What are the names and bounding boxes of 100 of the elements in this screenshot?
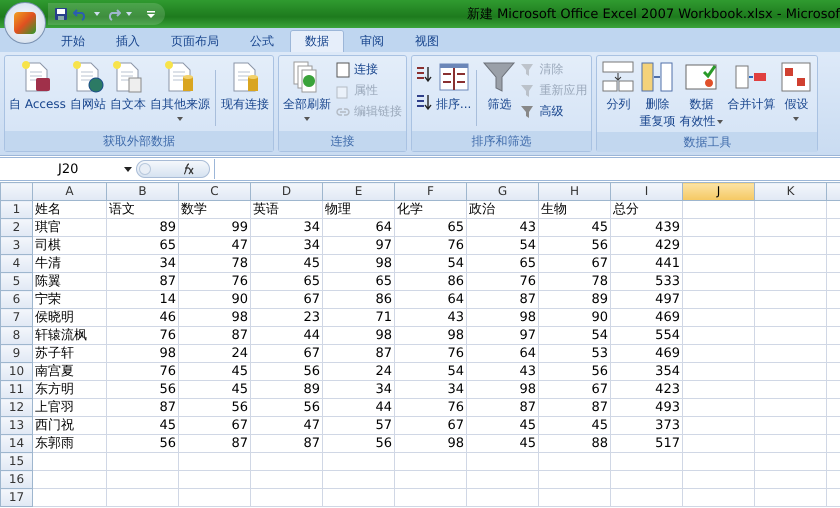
column-header[interactable]: F [394,182,466,200]
table-cell: 24 [375,364,392,379]
row-header[interactable]: 6 [0,290,32,308]
row-header[interactable]: 11 [0,380,32,398]
group-label: 获取外部数据 [5,131,273,151]
dropdown-icon[interactable] [94,12,100,16]
table-cell: 53 [591,346,608,361]
table-cell: 牛清 [35,256,61,271]
table-cell: 76 [159,364,176,379]
ribbon-button[interactable]: 自其他来源 [148,58,212,123]
ribbon-button[interactable]: 合并计算 [725,58,778,115]
table-cell: 南宫夏 [35,364,74,379]
row-header[interactable]: 7 [0,308,32,326]
ribbon-tab[interactable]: 公式 [235,30,289,52]
column-header[interactable]: E [322,182,394,200]
table-cell: 99 [231,220,248,235]
ribbon-button[interactable]: 分列 [599,58,638,115]
name-box[interactable]: J20 [0,162,120,176]
column-header[interactable]: A [32,182,106,200]
group-label: 数据工具 [597,132,818,152]
ribbon-tab[interactable]: 插入 [101,30,155,52]
ribbon-button[interactable]: 假设 [777,58,816,123]
grid-icon [779,60,814,94]
ribbon-tab[interactable]: 视图 [400,30,454,52]
row-header[interactable]: 16 [0,470,32,488]
table-cell: 西门祝 [35,418,74,433]
ribbon-button[interactable]: 自网站 [68,58,108,115]
row-header[interactable]: 9 [0,344,32,362]
table-cell: 67 [447,418,464,433]
table-cell: 88 [591,436,608,451]
customize-icon[interactable] [147,10,155,18]
row-header[interactable]: 13 [0,416,32,434]
table-cell: 65 [447,220,464,235]
ribbon-button[interactable]: 高级 [518,102,590,121]
table-cell: 54 [591,328,608,343]
table-cell: 493 [655,400,680,415]
caret-icon[interactable] [124,166,132,172]
column-header[interactable]: G [466,182,538,200]
ribbon-button[interactable]: 现有连接 [218,58,271,115]
table-cell: 98 [375,328,392,343]
row-header[interactable]: 1 [0,200,32,218]
column-header[interactable]: J [682,182,754,200]
ribbon-button[interactable]: 自 Access [7,58,68,115]
table-cell: 65 [375,274,392,289]
ribbon-tab[interactable]: 页面布局 [156,30,234,52]
ribbon-tab[interactable]: 数据 [290,30,344,52]
column-header[interactable]: I [610,182,682,200]
column-header[interactable]: C [178,182,250,200]
table-cell: 43 [519,364,536,379]
table-cell: 54 [447,364,464,379]
ribbon-button[interactable]: 删除 重复项 [637,58,678,132]
table-cell: 354 [655,364,680,379]
table-cell: 78 [231,256,248,271]
table-cell: 87 [231,436,248,451]
table-cell: 67 [591,256,608,271]
window-title: 新建 Microsoft Office Excel 2007 Workbook.xlsx - Microsof [466,6,840,23]
row-header[interactable]: 10 [0,362,32,380]
table-cell: 45 [231,382,248,397]
table-cell: 57 [375,418,392,433]
table-cell: 87 [231,328,248,343]
table-cell: 45 [519,436,536,451]
ribbon-button[interactable]: 自文本 [108,58,148,115]
table-cell: 轩辕流枫 [35,328,87,343]
row-header[interactable]: 2 [0,218,32,236]
ribbon-button[interactable]: 全部刷新 [280,58,333,123]
ribbon-button[interactable]: 排序... [434,58,474,115]
column-header[interactable]: H [538,182,610,200]
office-button[interactable] [4,2,46,44]
column-header[interactable]: D [250,182,322,200]
table-cell: 45 [303,256,320,271]
insert-function-icon[interactable] [181,163,195,175]
row-header[interactable]: 3 [0,236,32,254]
save-icon[interactable] [54,7,68,21]
row-header[interactable]: 14 [0,434,32,452]
row-header[interactable]: 15 [0,452,32,470]
table-cell: 67 [303,292,320,307]
row-header[interactable]: 12 [0,398,32,416]
funnel-icon [482,60,516,94]
table-cell: 86 [375,292,392,307]
ribbon-tab[interactable]: 开始 [46,30,100,52]
row-header[interactable]: 8 [0,326,32,344]
table-cell: 上官羽 [35,400,74,415]
dropdown-icon[interactable] [126,12,132,16]
column-header[interactable]: K [754,182,826,200]
table-cell: 34 [303,220,320,235]
row-header[interactable]: 5 [0,272,32,290]
ribbon-button[interactable]: 筛选 [480,58,518,115]
table-cell: 76 [447,346,464,361]
column-header[interactable]: B [106,182,178,200]
row-header[interactable]: 17 [0,488,32,506]
table-cell: 苏子轩 [35,346,74,361]
ribbon-tab[interactable]: 审阅 [345,30,399,52]
ribbon-button[interactable]: 连接 [332,60,404,79]
table-cell: 司棋 [35,238,61,253]
ribbon-button[interactable]: 数据 有效性 [677,58,726,132]
table-cell: 67 [303,346,320,361]
table-cell: 56 [231,400,248,415]
row-header[interactable]: 4 [0,254,32,272]
table-cell: 物理 [325,202,351,217]
group-label: 连接 [278,131,406,151]
